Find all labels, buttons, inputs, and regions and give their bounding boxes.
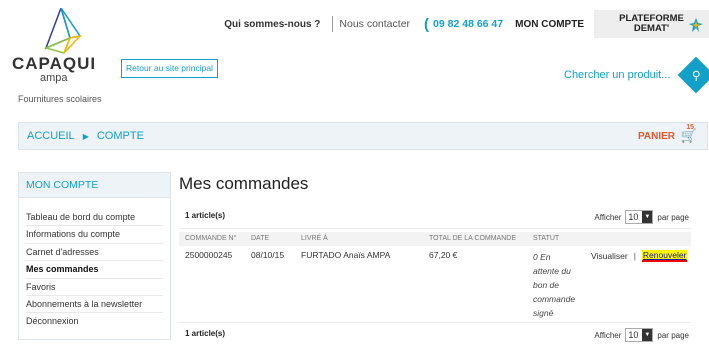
- sidebar-item-dashboard[interactable]: Tableau de bord du compte: [26, 209, 163, 227]
- site-logo[interactable]: [12, 8, 112, 54]
- sidebar-item-favorites[interactable]: Favoris: [26, 279, 163, 296]
- table-row: 2500000245 08/10/15 FURTADO Anaïs AMPA 6…: [179, 246, 691, 320]
- sidebar-item-account-info[interactable]: Informations du compte: [26, 226, 163, 244]
- pager-bottom: 1 article(s) Afficher 10 ▼ par page: [179, 322, 691, 348]
- per-page-prefix-bottom: Afficher: [594, 330, 622, 340]
- sidebar-item-address-book[interactable]: Carnet d'adresses: [26, 244, 163, 262]
- nav-contact-link[interactable]: Nous contacter: [339, 18, 424, 30]
- platform-demat-button[interactable]: PLATEFORME DEMAT': [594, 10, 709, 38]
- per-page-control-bottom: Afficher 10 ▼ par page: [594, 328, 689, 342]
- nav-phone-number: 09 82 48 66 47: [433, 18, 504, 30]
- search-button[interactable]: ⚲: [677, 56, 709, 94]
- sidebar-item-newsletter[interactable]: Abonnements à la newsletter: [26, 296, 163, 314]
- reorder-link[interactable]: Renouveler: [641, 250, 688, 262]
- chevron-down-icon: ▼: [642, 211, 653, 223]
- pager-top: 1 article(s) Afficher 10 ▼ par page: [179, 207, 691, 229]
- order-status-line: attente du: [533, 266, 571, 276]
- order-status-line: bon de: [533, 280, 559, 290]
- breadcrumb-home[interactable]: ACCUEIL: [19, 130, 75, 142]
- orders-table-header: COMMANDE N° DATE LIVRÉ À TOTAL DE LA COM…: [179, 232, 691, 246]
- column-header-order-number: COMMANDE N°: [185, 235, 237, 242]
- nav-phone[interactable]: ( 09 82 48 66 47: [424, 16, 515, 33]
- column-header-total: TOTAL DE LA COMMANDE: [429, 235, 516, 242]
- per-page-prefix: Afficher: [594, 212, 622, 222]
- order-status-line: commande: [533, 294, 576, 304]
- column-header-ship-to: LIVRÉ À: [301, 235, 328, 242]
- column-header-status: STATUT: [533, 235, 560, 242]
- cart-link[interactable]: PANIER: [638, 131, 675, 142]
- item-count-bottom: 1 article(s): [185, 329, 226, 338]
- star-burst-icon: [689, 18, 703, 32]
- sidebar-menu: Tableau de bord du compte Informations d…: [19, 198, 170, 331]
- top-navigation: Qui sommes-nous ? Nous contacter ( 09 82…: [224, 10, 709, 38]
- view-order-link[interactable]: Visualiser: [591, 251, 628, 261]
- order-date: 08/10/15: [251, 250, 285, 260]
- brand-sub: ampa: [40, 72, 68, 84]
- order-actions: Visualiser | Renouveler: [591, 250, 688, 262]
- logo-mark-icon: [43, 8, 82, 54]
- order-status: 0 En attente du bon de commande signé: [533, 250, 583, 320]
- sidebar-title: MON COMPTE: [19, 173, 170, 198]
- item-count: 1 article(s): [185, 211, 226, 220]
- nav-account-link[interactable]: MON COMPTE: [515, 19, 594, 30]
- per-page-value: 10: [628, 212, 639, 222]
- order-ship-to: FURTADO Anaïs AMPA: [301, 250, 391, 260]
- page-title: Mes commandes: [179, 174, 309, 193]
- nav-divider: [332, 16, 334, 32]
- per-page-select-bottom[interactable]: 10 ▼: [625, 328, 654, 342]
- breadcrumb-current: COMPTE: [96, 130, 144, 142]
- search-input[interactable]: Chercher un produit...: [564, 69, 670, 81]
- column-header-date: DATE: [251, 235, 270, 242]
- site-tagline: Fournitures scolaires: [18, 94, 102, 104]
- phone-icon: (: [424, 15, 430, 33]
- per-page-control: Afficher 10 ▼ par page: [594, 210, 689, 224]
- search-icon: ⚲: [691, 67, 701, 82]
- per-page-suffix-bottom: par page: [657, 330, 689, 340]
- breadcrumb: ACCUEIL ▶ COMPTE PANIER 15 🛒: [18, 122, 708, 150]
- back-to-main-site-button[interactable]: Retour au site principal: [121, 59, 218, 78]
- per-page-value-bottom: 10: [628, 330, 639, 340]
- per-page-suffix: par page: [657, 212, 689, 222]
- order-total: 67,20 €: [429, 250, 458, 260]
- action-divider: |: [633, 251, 636, 261]
- breadcrumb-arrow-icon: ▶: [82, 131, 89, 141]
- per-page-select[interactable]: 10 ▼: [625, 210, 654, 224]
- sidebar-item-logout[interactable]: Déconnexion: [26, 313, 163, 330]
- chevron-down-icon: ▼: [642, 329, 653, 341]
- cart-icon[interactable]: 🛒: [681, 128, 697, 144]
- nav-about-link[interactable]: Qui sommes-nous ?: [224, 19, 326, 30]
- account-sidebar: MON COMPTE Tableau de bord du compte Inf…: [18, 172, 171, 340]
- order-status-line: signé: [533, 308, 554, 318]
- order-status-line: 0 En: [533, 252, 551, 262]
- sidebar-item-orders[interactable]: Mes commandes: [26, 261, 163, 279]
- brand-name: CAPAQUI: [12, 54, 97, 73]
- order-number: 2500000245: [185, 250, 233, 260]
- platform-line2: DEMAT': [633, 23, 670, 34]
